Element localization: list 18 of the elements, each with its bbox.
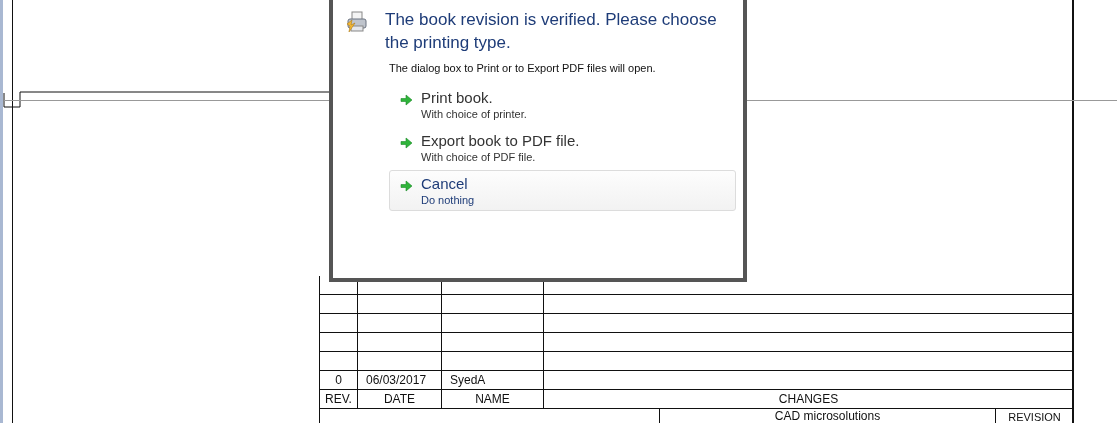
column-header: REV. xyxy=(325,392,352,406)
table-cell: 0 xyxy=(335,373,342,387)
table-cell: SyedA xyxy=(450,373,486,387)
arrow-icon xyxy=(400,180,413,192)
command-link[interactable]: Print book. With choice of printer. xyxy=(389,84,736,125)
dialog-title: The book revision is verified. Please choose the printing type. xyxy=(385,9,718,54)
company-name: CAD microsolutions xyxy=(774,409,881,423)
column-header: CHANGES xyxy=(778,392,839,406)
table-cell: REVISION xyxy=(1008,411,1061,423)
arrow-icon xyxy=(400,94,413,106)
arrow-icon xyxy=(400,137,413,149)
command-link[interactable]: Export book to PDF file. With choice of PDF file. xyxy=(389,127,736,168)
dialog-description: The dialog box to Print or to Export PDF files will open. xyxy=(389,62,657,74)
column-header: NAME xyxy=(475,392,510,406)
column-header: DATE xyxy=(383,392,416,406)
printer-icon xyxy=(345,10,369,34)
command-link[interactable]: Cancel Do nothing xyxy=(389,170,736,211)
table-cell: 06/03/2017 xyxy=(366,373,427,387)
